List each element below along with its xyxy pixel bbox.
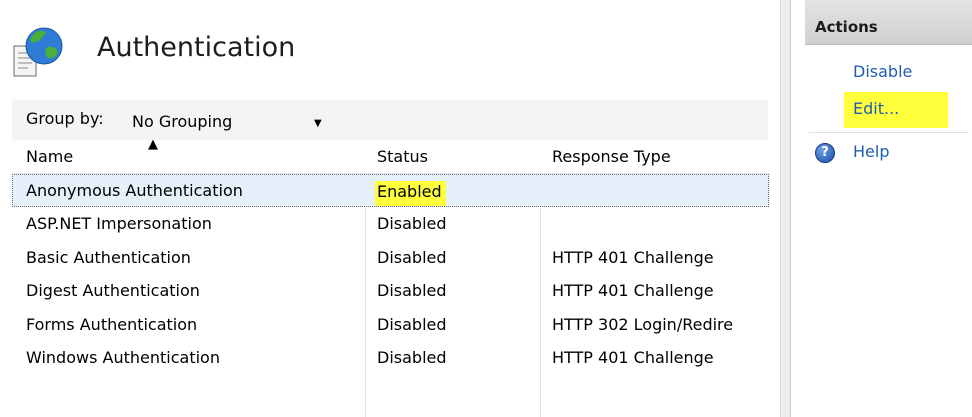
question-circle-icon[interactable]: ? <box>815 143 835 163</box>
row-name: Anonymous Authentication <box>26 181 243 200</box>
row-response-type: HTTP 401 Challenge <box>552 248 714 267</box>
column-header-name[interactable]: Name <box>26 147 73 166</box>
row-name: Digest Authentication <box>26 281 200 300</box>
row-name: Forms Authentication <box>26 315 198 334</box>
row-name: Basic Authentication <box>26 248 191 267</box>
group-by-bar: Group by: No Grouping ▼ <box>12 100 768 141</box>
main-panel: Authentication Group by: No Grouping ▼ N… <box>0 0 780 417</box>
disable-link[interactable]: Disable <box>853 62 912 81</box>
page-title: Authentication <box>97 32 296 63</box>
group-by-label: Group by: <box>26 109 104 128</box>
row-name: Windows Authentication <box>26 348 220 367</box>
chevron-down-icon[interactable]: ▼ <box>314 118 322 129</box>
row-status: Disabled <box>377 214 447 233</box>
list-header: Name ▲ Status Response Type <box>12 137 769 174</box>
row-status: Disabled <box>377 315 447 334</box>
row-status: Enabled <box>375 181 446 206</box>
globe-document-icon <box>13 27 63 77</box>
row-status: Disabled <box>377 248 447 267</box>
row-status: Disabled <box>377 348 447 367</box>
column-header-status[interactable]: Status <box>377 147 428 166</box>
help-link[interactable]: Help <box>853 142 889 161</box>
row-response-type: HTTP 401 Challenge <box>552 348 714 367</box>
group-by-select[interactable]: No Grouping <box>132 112 232 131</box>
row-response-type: HTTP 401 Challenge <box>552 281 714 300</box>
column-header-response-type[interactable]: Response Type <box>552 147 671 166</box>
sort-ascending-icon: ▲ <box>148 137 158 152</box>
table-row[interactable]: Basic Authentication Disabled HTTP 401 C… <box>12 241 769 274</box>
table-row[interactable]: ASP.NET Impersonation Disabled <box>12 207 769 240</box>
actions-title: Actions <box>815 18 878 36</box>
actions-divider <box>809 132 969 133</box>
features-list: Name ▲ Status Response Type Anonymous Au… <box>12 137 769 417</box>
table-row[interactable]: Forms Authentication Disabled HTTP 302 L… <box>12 308 769 341</box>
row-response-type: HTTP 302 Login/Redire <box>552 315 734 334</box>
actions-header: Actions <box>805 0 972 45</box>
table-row[interactable]: Windows Authentication Disabled HTTP 401… <box>12 341 769 374</box>
actions-pane: Actions Disable Edit... ? Help <box>793 0 972 417</box>
row-status: Disabled <box>377 281 447 300</box>
row-name: ASP.NET Impersonation <box>26 214 212 233</box>
pane-splitter[interactable] <box>780 0 791 417</box>
table-row[interactable]: Digest Authentication Disabled HTTP 401 … <box>12 274 769 307</box>
edit-link[interactable]: Edit... <box>853 99 899 118</box>
table-row[interactable]: Anonymous Authentication Enabled <box>12 174 769 207</box>
